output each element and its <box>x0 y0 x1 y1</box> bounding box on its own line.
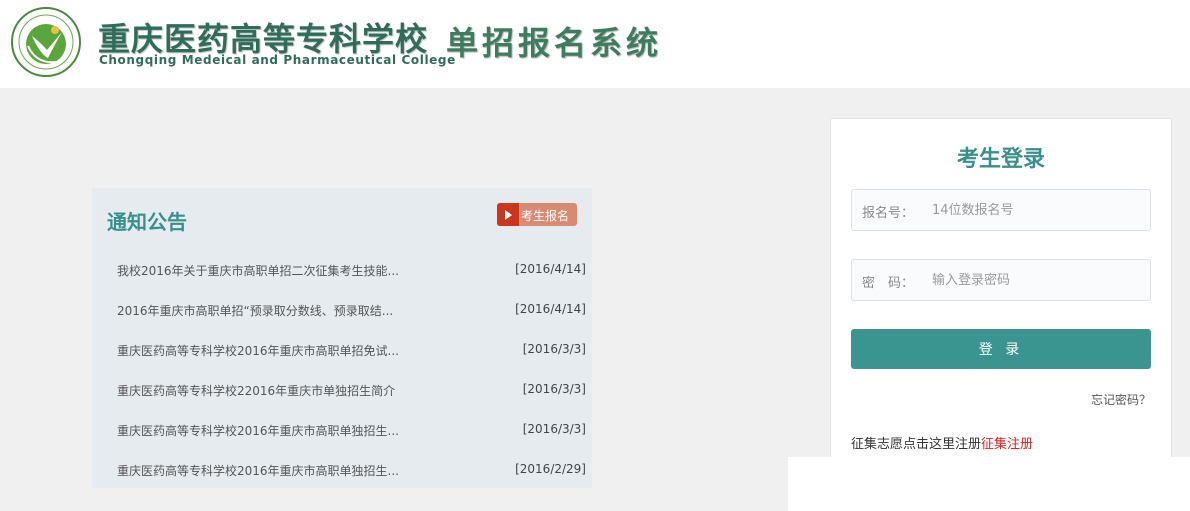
list-item: 重庆医药高等专科学校22016年重庆市单独招生简介 [2016/3/3] <box>92 370 592 410</box>
password-input[interactable] <box>930 268 1144 292</box>
notice-panel: 通知公告 考生报名 我校2016年关于重庆市高职单招二次征集考生技能... [2… <box>92 188 592 488</box>
collect-register-text: 征集志愿点击这里注册 <box>851 437 982 452</box>
notice-link[interactable]: 我校2016年关于重庆市高职单招二次征集考生技能... <box>117 262 437 279</box>
school-logo-icon <box>11 7 81 77</box>
notice-date: [2016/3/3] <box>522 382 586 396</box>
list-item: 2016年重庆市高职单招“预录取分数线、预录取结... [2016/4/14] <box>92 290 592 330</box>
system-name: 单招报名系统 <box>446 24 663 62</box>
notice-date: [2016/4/14] <box>515 262 586 276</box>
notice-link[interactable]: 重庆医药高等专科学校2016年重庆市高职单招免试... <box>117 342 437 359</box>
login-title: 考生登录 <box>956 147 1045 172</box>
registration-number-input[interactable] <box>930 198 1144 222</box>
login-panel: 考生登录 报名号： 密 码： 登 录 忘记密码？ 征集志愿点击这里注册征集注册 <box>830 118 1172 480</box>
school-name-english: Chongqing Medeical and Pharmaceutical Co… <box>99 53 456 67</box>
forgot-password-link[interactable]: 忘记密码？ <box>1091 391 1151 408</box>
registration-number-label: 报名号： <box>862 206 915 221</box>
register-button-label: 考生报名 <box>521 209 570 223</box>
notice-title: 通知公告 <box>107 210 187 234</box>
page-header: 重庆医药高等专科学校 Chongqing Medeical and Pharma… <box>0 0 1190 88</box>
collect-register-row: 征集志愿点击这里注册征集注册 <box>851 433 1033 452</box>
login-button[interactable]: 登 录 <box>851 329 1151 369</box>
play-icon <box>497 203 519 226</box>
list-item: 重庆医药高等专科学校2016年重庆市高职单独招生... [2016/3/3] <box>92 410 592 450</box>
notice-link[interactable]: 重庆医药高等专科学校2016年重庆市高职单独招生... <box>117 462 437 479</box>
password-label: 密 码： <box>862 276 915 291</box>
notice-date: [2016/3/3] <box>522 342 586 356</box>
password-field: 密 码： <box>851 259 1151 301</box>
list-item: 重庆医药高等专科学校2016年重庆市高职单独招生... [2016/2/29] <box>92 450 592 490</box>
notice-link[interactable]: 重庆医药高等专科学校2016年重庆市高职单独招生... <box>117 422 437 439</box>
notice-date: [2016/3/3] <box>522 422 586 436</box>
notice-date: [2016/4/14] <box>515 302 586 316</box>
bottom-overlay <box>788 457 1190 511</box>
notice-link[interactable]: 2016年重庆市高职单招“预录取分数线、预录取结... <box>117 302 437 319</box>
collect-register-link[interactable]: 征集注册 <box>981 437 1033 452</box>
notice-list: 我校2016年关于重庆市高职单招二次征集考生技能... [2016/4/14] … <box>92 250 592 490</box>
notice-link[interactable]: 重庆医药高等专科学校22016年重庆市单独招生简介 <box>117 382 437 399</box>
registration-number-field: 报名号： <box>851 189 1151 231</box>
list-item: 我校2016年关于重庆市高职单招二次征集考生技能... [2016/4/14] <box>92 250 592 290</box>
register-button[interactable]: 考生报名 <box>497 203 577 226</box>
list-item: 重庆医药高等专科学校2016年重庆市高职单招免试... [2016/3/3] <box>92 330 592 370</box>
notice-date: [2016/2/29] <box>515 462 586 476</box>
